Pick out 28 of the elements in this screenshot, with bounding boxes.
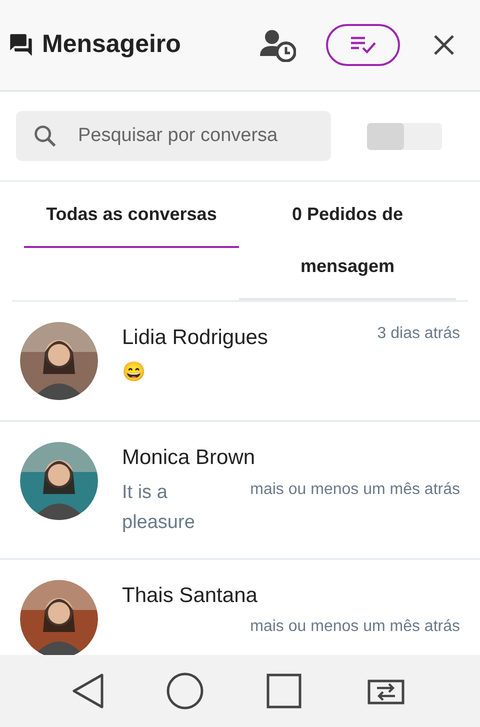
chat-icon [8,32,34,58]
timestamp: mais ou menos um mês atrás [250,480,460,500]
contact-name: Lidia Rodrigues [122,325,268,351]
message-preview: It is a pleasure [122,480,196,534]
app-title: Mensageiro [42,29,181,60]
timestamp: 3 dias atrás [377,324,460,344]
close-icon [433,34,455,56]
tab[interactable]: Todas as conversas [24,182,239,248]
message-preview: 😄 [122,360,147,384]
contact-name: Monica Brown [122,445,256,471]
home-button[interactable] [166,672,204,710]
home-icon [166,672,204,710]
back-icon [70,673,105,709]
toggle-switch[interactable] [367,122,442,150]
conversation-row[interactable]: Monica Brown It is a pleasure mais ou menos um mês atrás [0,422,480,560]
search-field[interactable]: Pesquisar por conversa [16,111,331,161]
mark-read-button[interactable] [326,24,400,66]
conversation-row[interactable]: Lidia Rodrigues 3 dias atrás 😄 [0,302,480,422]
recents-button[interactable] [266,673,302,709]
back-button[interactable] [70,673,105,709]
search-input[interactable]: Pesquisar por conversa [78,122,298,150]
recents-icon [266,673,302,709]
timestamp: mais ou menos um mês atrás [250,617,460,637]
person-clock-icon [260,28,296,62]
contact-name: Thais Santana [122,582,258,608]
tab[interactable]: 0 Pedidos de mensagem [238,182,456,300]
search-icon [32,123,58,149]
checklist-icon [350,35,376,55]
